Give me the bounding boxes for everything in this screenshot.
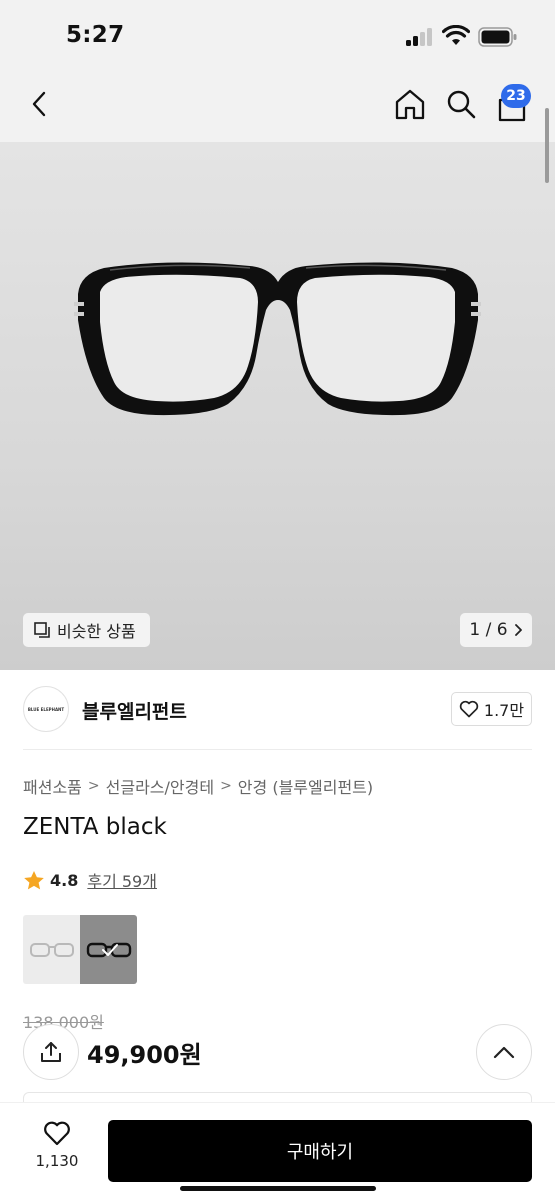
color-option-black[interactable] xyxy=(80,915,137,984)
battery-icon xyxy=(478,27,517,47)
chevron-up-icon xyxy=(493,1046,515,1059)
copy-icon xyxy=(34,622,50,638)
buy-button[interactable]: 구매하기 xyxy=(108,1120,532,1182)
color-option-clear[interactable] xyxy=(23,915,80,984)
star-icon xyxy=(24,870,44,889)
product-image-glasses xyxy=(74,262,481,416)
review-count-link[interactable]: 후기 59개 xyxy=(87,868,157,892)
search-icon xyxy=(447,90,476,119)
brand-logo-text: BLUE ELEPHANT xyxy=(27,706,65,712)
product-image-gallery[interactable] xyxy=(0,142,555,670)
breadcrumb-item[interactable]: 선글라스/안경테 xyxy=(106,774,214,798)
color-options xyxy=(23,915,137,984)
share-icon xyxy=(41,1042,61,1062)
buy-button-label: 구매하기 xyxy=(286,1142,354,1163)
similar-products-button[interactable]: 비슷한 상품 xyxy=(23,613,150,647)
product-rating: 4.8 후기 59개 xyxy=(23,868,157,892)
wishlist-button[interactable]: 1,130 xyxy=(24,1120,90,1180)
chevron-right-icon: > xyxy=(87,778,100,794)
glasses-thumbnail-black xyxy=(86,942,131,957)
share-button[interactable] xyxy=(23,1024,79,1080)
chevron-left-icon xyxy=(32,91,46,117)
divider xyxy=(23,749,532,750)
rating-score: 4.8 xyxy=(50,870,79,890)
image-pager[interactable]: 1 / 6 xyxy=(460,613,532,647)
cart-count-badge: 23 xyxy=(501,84,531,108)
home-indicator xyxy=(180,1186,376,1191)
breadcrumb: 패션소품 > 선글라스/안경테 > 안경 (블루엘리펀트) xyxy=(23,774,373,798)
scroll-to-top-button[interactable] xyxy=(476,1024,532,1080)
sale-price: 49,900원 xyxy=(87,1041,202,1069)
home-icon xyxy=(395,89,425,120)
brand-logo[interactable]: BLUE ELEPHANT xyxy=(23,686,69,732)
home-button[interactable] xyxy=(392,86,428,122)
back-button[interactable] xyxy=(22,86,58,122)
brand-like-button[interactable]: 1.7만 xyxy=(451,692,532,726)
glasses-thumbnail-clear xyxy=(29,942,74,957)
wifi-icon xyxy=(442,25,470,45)
chevron-right-icon xyxy=(514,624,522,636)
chevron-right-icon: > xyxy=(220,778,232,794)
breadcrumb-item[interactable]: 안경 (블루엘리펀트) xyxy=(238,774,373,798)
status-bar: 5:27 xyxy=(0,0,555,70)
heart-icon xyxy=(459,700,479,718)
heart-icon xyxy=(44,1121,70,1146)
breadcrumb-item[interactable]: 패션소품 xyxy=(23,774,82,798)
scrollbar[interactable] xyxy=(545,108,549,183)
brand-name[interactable]: 블루엘리펀트 xyxy=(82,697,187,724)
product-title: ZENTA black xyxy=(23,814,167,840)
image-pager-text: 1 / 6 xyxy=(469,620,508,640)
cellular-signal-icon xyxy=(406,28,434,46)
wishlist-count: 1,130 xyxy=(35,1152,79,1170)
brand-like-count: 1.7만 xyxy=(483,701,525,720)
search-button[interactable] xyxy=(443,86,479,122)
similar-products-label: 비슷한 상품 xyxy=(57,622,136,641)
status-time: 5:27 xyxy=(66,22,125,48)
